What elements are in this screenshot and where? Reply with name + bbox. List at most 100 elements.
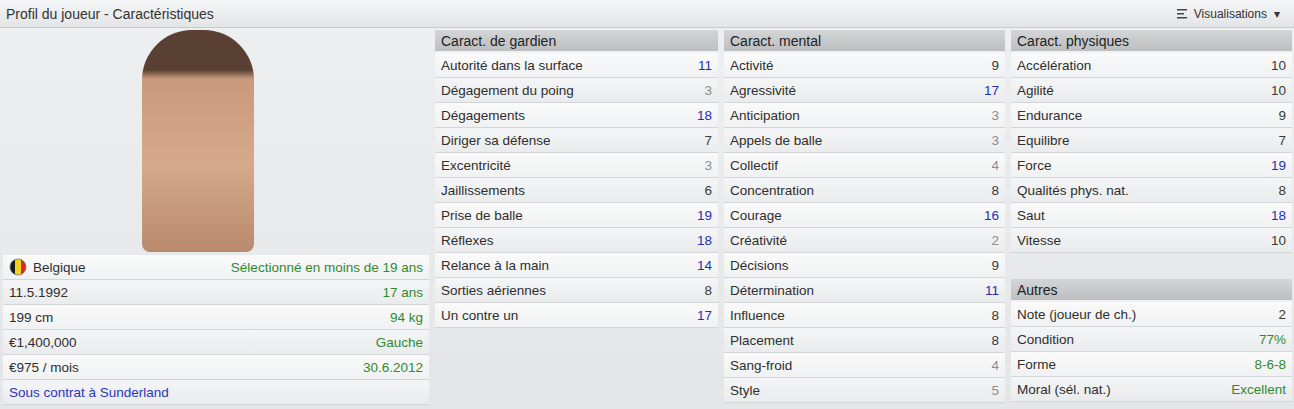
attribute-row: Autorité dans la surface 11 bbox=[435, 53, 718, 78]
attribute-value: 3 bbox=[704, 158, 712, 173]
attribute-value: 8 bbox=[704, 283, 712, 298]
attribute-row: Excentricité 3 bbox=[435, 153, 718, 178]
attribute-value: 7 bbox=[704, 133, 712, 148]
attribute-row: Appels de balle 3 bbox=[724, 128, 1005, 153]
attribute-label: Créativité bbox=[730, 233, 787, 248]
attribute-value: 9 bbox=[991, 258, 999, 273]
attribute-label: Forme bbox=[1017, 357, 1056, 372]
attribute-value: 4 bbox=[991, 158, 999, 173]
attribute-row: Jaillissements 6 bbox=[435, 178, 718, 203]
title-bar: Profil du joueur - Caractéristiques Visua… bbox=[0, 0, 1294, 28]
attribute-row: Sorties aériennes 8 bbox=[435, 278, 718, 303]
attribute-value: 16 bbox=[984, 208, 999, 223]
attribute-row: Agressivité17 bbox=[724, 78, 1005, 103]
attribute-value: 8 bbox=[991, 333, 999, 348]
info-row: €975 / mois30.6.2012 bbox=[3, 355, 429, 380]
attribute-row: Créativité 2 bbox=[724, 228, 1005, 253]
attribute-value: 10 bbox=[1271, 83, 1286, 98]
info-value: 30.6.2012 bbox=[363, 360, 423, 375]
list-icon bbox=[1177, 8, 1187, 20]
panel-header: Caract. mental bbox=[724, 30, 1005, 53]
attribute-label: Agilité bbox=[1017, 83, 1054, 98]
info-row: 199 cm94 kg bbox=[3, 305, 429, 330]
attribute-label: Condition bbox=[1017, 332, 1074, 347]
attribute-panel: AutresNote (joueur de ch.)2 Condition 77% F… bbox=[1011, 279, 1292, 402]
attribute-label: Force bbox=[1017, 158, 1052, 173]
attribute-value: 11 bbox=[698, 58, 712, 73]
attribute-value: 10 bbox=[1271, 233, 1286, 248]
attribute-row: Placement8 bbox=[724, 328, 1005, 353]
attribute-label: Autorité dans la surface bbox=[441, 58, 583, 73]
attribute-value: 10 bbox=[1271, 58, 1286, 73]
info-value: Sélectionné en moins de 19 ans bbox=[231, 260, 423, 275]
attribute-label: Jaillissements bbox=[441, 183, 525, 198]
attribute-label: Diriger sa défense bbox=[441, 133, 551, 148]
attribute-value: 3 bbox=[991, 108, 999, 123]
attribute-row: Forme 8-6-8 bbox=[1011, 352, 1292, 377]
info-row[interactable]: Sous contrat à Sunderland bbox=[3, 380, 429, 405]
attribute-value: 8 bbox=[1278, 183, 1286, 198]
attribute-value: 11 bbox=[985, 283, 999, 298]
attribute-label: Vitesse bbox=[1017, 233, 1061, 248]
photo-area bbox=[3, 30, 429, 255]
attribute-label: Appels de balle bbox=[730, 133, 822, 148]
attribute-value: 3 bbox=[991, 133, 999, 148]
info-label: 11.5.1992 bbox=[9, 285, 68, 300]
view-button[interactable]: Visualisations▾ bbox=[1171, 5, 1286, 23]
attribute-value: 2 bbox=[991, 233, 999, 248]
attribute-row: Dégagements18 bbox=[435, 103, 718, 128]
info-row: €1,400,000 Gauche bbox=[3, 330, 429, 355]
attribute-value: 18 bbox=[1271, 208, 1286, 223]
attribute-row: Moral (sél. nat.) Excellent bbox=[1011, 377, 1292, 402]
player-card: BelgiqueSélectionné en moins de 19 ans11… bbox=[3, 30, 429, 405]
attribute-label: Moral (sél. nat.) bbox=[1017, 382, 1111, 397]
info-row: BelgiqueSélectionné en moins de 19 ans bbox=[3, 255, 429, 280]
info-value: Gauche bbox=[376, 335, 423, 350]
attribute-panel: Caract. de gardienAutorité dans la surfa… bbox=[435, 30, 718, 328]
attribute-label: Un contre un bbox=[441, 308, 518, 323]
attribute-row: Relance à la main14 bbox=[435, 253, 718, 278]
club-link[interactable]: Sous contrat à Sunderland bbox=[9, 385, 169, 400]
attribute-value: 19 bbox=[697, 208, 712, 223]
info-value: 94 kg bbox=[390, 310, 423, 325]
attribute-label: Concentration bbox=[730, 183, 814, 198]
attribute-value: 14 bbox=[697, 258, 712, 273]
belgium-flag-icon bbox=[9, 258, 27, 276]
attribute-label: Prise de balle bbox=[441, 208, 523, 223]
panel-header: Autres bbox=[1011, 279, 1292, 302]
attribute-row: Style5 bbox=[724, 378, 1005, 403]
attribute-row: Diriger sa défense 7 bbox=[435, 128, 718, 153]
attribute-value: 17 bbox=[697, 308, 712, 323]
attribute-value: Excellent bbox=[1231, 382, 1286, 397]
info-label: €1,400,000 bbox=[9, 335, 77, 350]
attribute-label: Collectif bbox=[730, 158, 778, 173]
attribute-row: Vitesse 10 bbox=[1011, 228, 1292, 253]
attribute-value: 4 bbox=[991, 358, 999, 373]
attribute-row: Décisions 9 bbox=[724, 253, 1005, 278]
attribute-label: Décisions bbox=[730, 258, 789, 273]
attribute-row: Agilité 10 bbox=[1011, 78, 1292, 103]
attribute-label: Excentricité bbox=[441, 158, 511, 173]
attribute-value: 8 bbox=[991, 308, 999, 323]
attribute-row: Equilibre7 bbox=[1011, 128, 1292, 153]
attribute-row: Sang-froid4 bbox=[724, 353, 1005, 378]
attribute-label: Note (joueur de ch.) bbox=[1017, 307, 1136, 322]
attribute-row: Note (joueur de ch.)2 bbox=[1011, 302, 1292, 327]
attribute-value: 6 bbox=[704, 183, 712, 198]
attribute-label: Sorties aériennes bbox=[441, 283, 546, 298]
player-photo bbox=[142, 30, 254, 252]
page-title: Profil du joueur - Caractéristiques bbox=[6, 6, 214, 22]
attribute-label: Courage bbox=[730, 208, 782, 223]
profile-content: BelgiqueSélectionné en moins de 19 ans11… bbox=[0, 28, 1294, 405]
info-row: 11.5.199217 ans bbox=[3, 280, 429, 305]
attribute-label: Equilibre bbox=[1017, 133, 1070, 148]
attribute-label: Saut bbox=[1017, 208, 1045, 223]
attribute-row: Influence8 bbox=[724, 303, 1005, 328]
attribute-label: Réflexes bbox=[441, 233, 494, 248]
attribute-label: Dégagements bbox=[441, 108, 525, 123]
attribute-value: 8-6-8 bbox=[1254, 357, 1286, 372]
attribute-row: Saut 18 bbox=[1011, 203, 1292, 228]
attribute-value: 9 bbox=[1278, 108, 1286, 123]
attribute-value: 77% bbox=[1259, 332, 1286, 347]
attribute-label: Accélération bbox=[1017, 58, 1091, 73]
